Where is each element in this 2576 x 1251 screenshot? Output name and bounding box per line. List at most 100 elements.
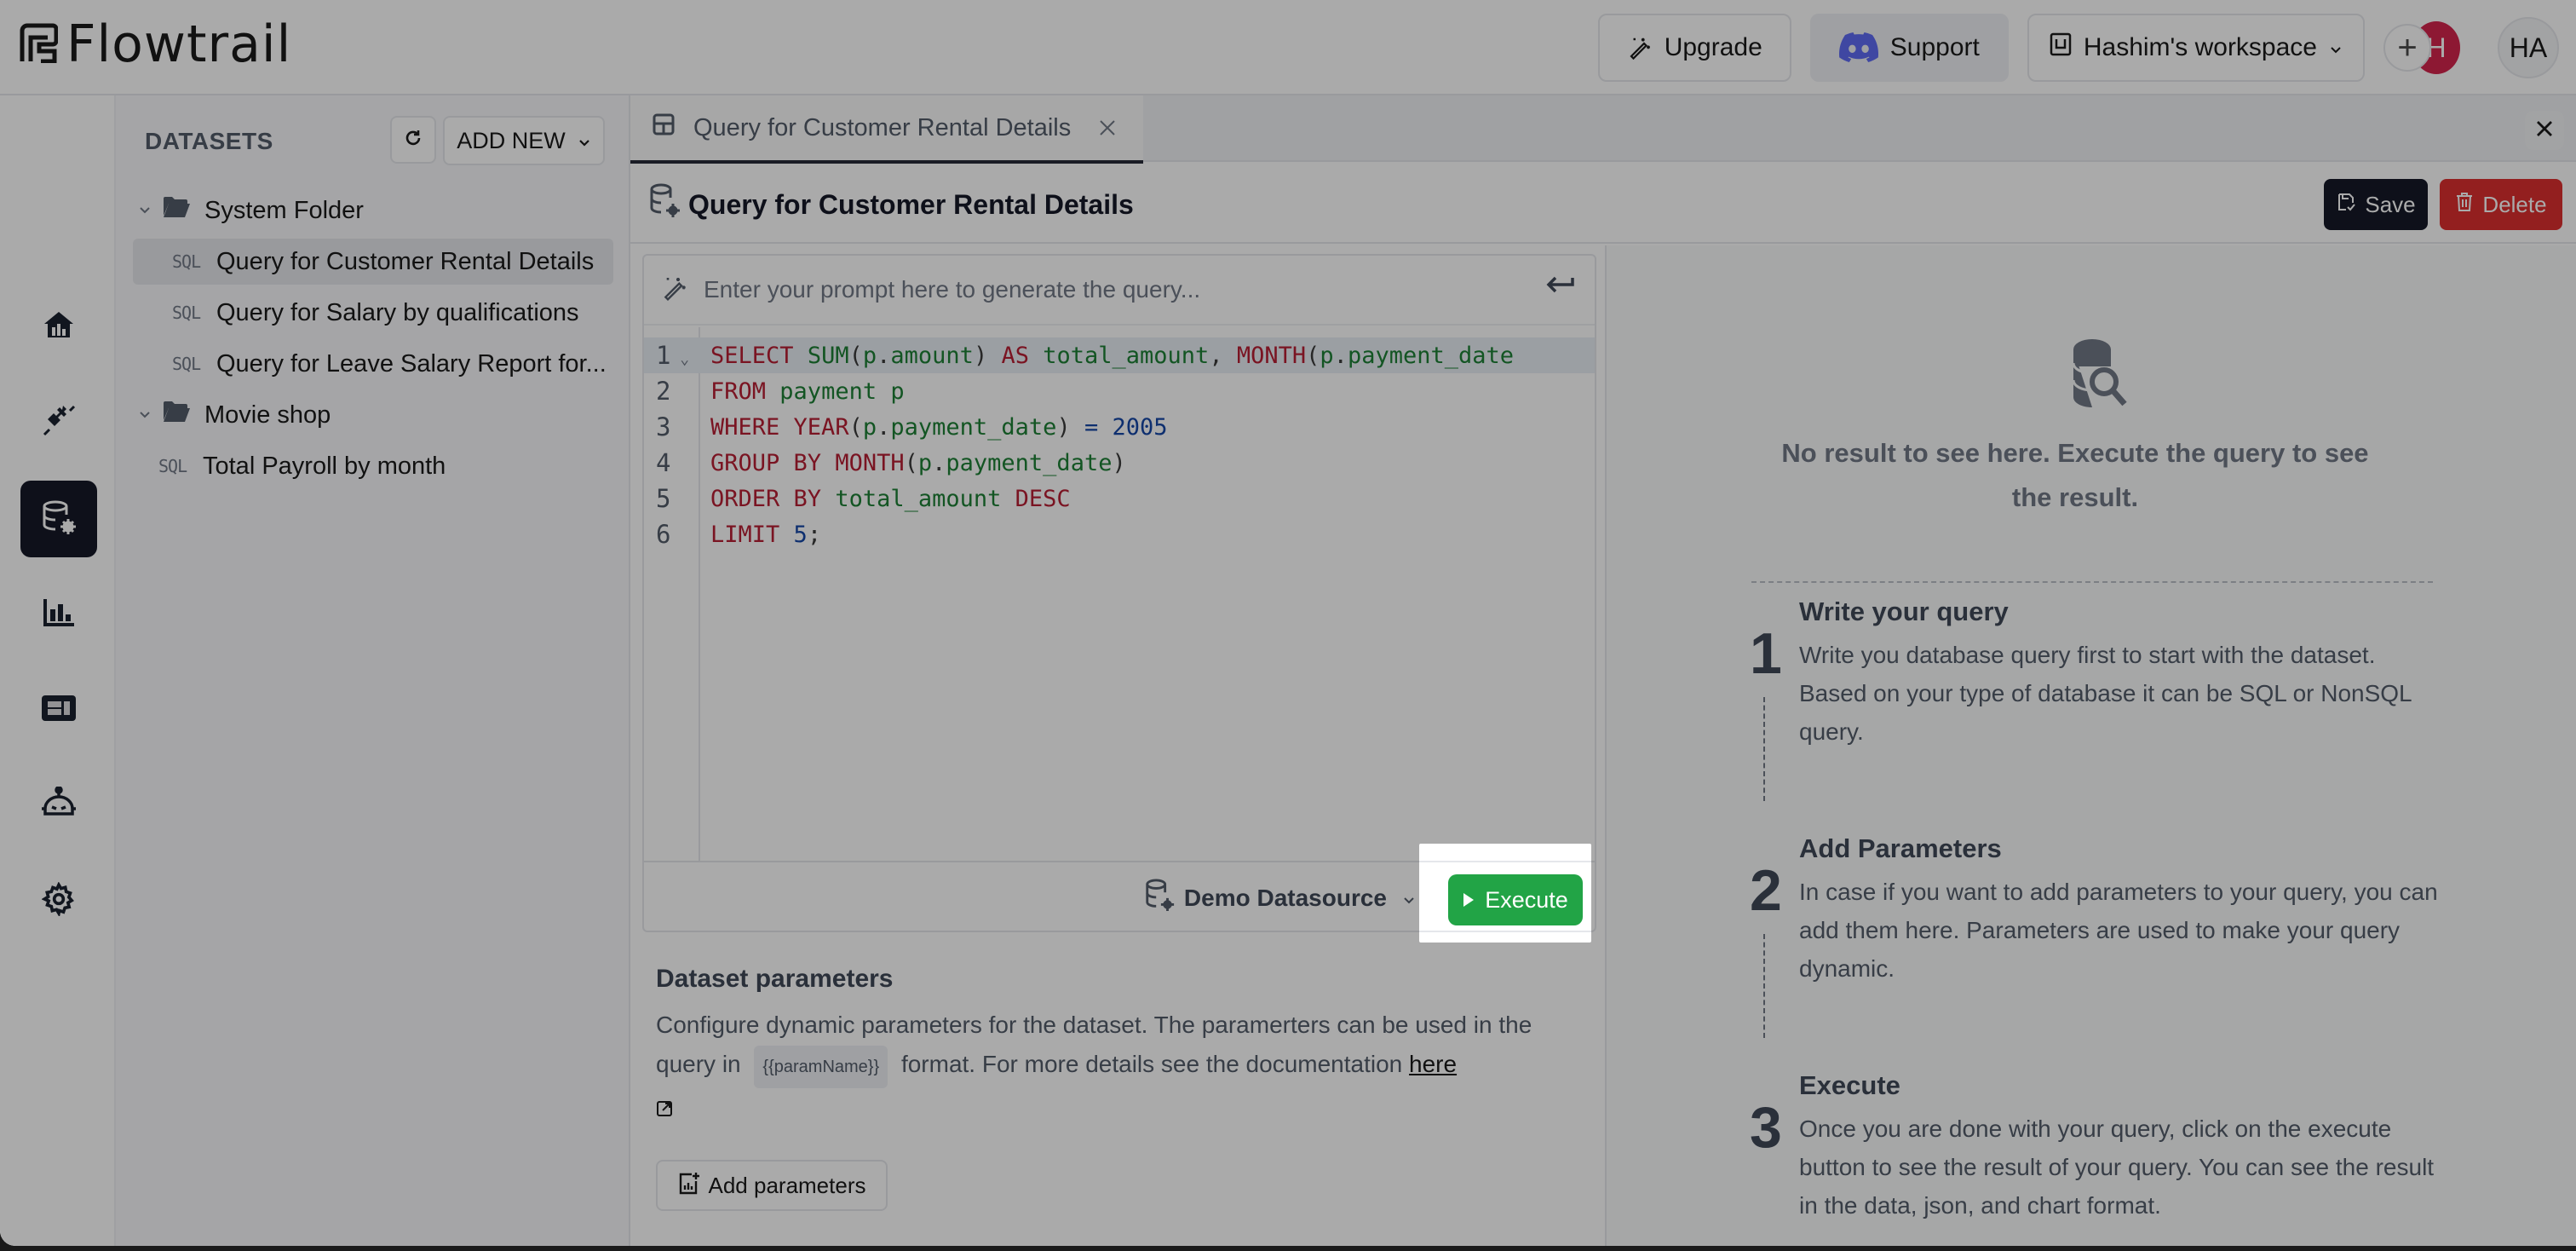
support-label: Support bbox=[1889, 33, 1980, 61]
nav-connections[interactable] bbox=[20, 383, 97, 460]
dataset-item[interactable]: SQL Query for Customer Rental Details bbox=[133, 239, 613, 285]
step-connector bbox=[1763, 697, 1765, 801]
user-avatar[interactable]: HA bbox=[2498, 17, 2559, 78]
dataset-item-label: Query for Salary by qualifications bbox=[216, 298, 579, 326]
code-text: SELECT SUM(p.amount) AS total_amount, MO… bbox=[710, 342, 1515, 369]
ai-prompt-input[interactable] bbox=[704, 276, 1504, 303]
dataset-title: Query for Customer Rental Details bbox=[688, 188, 1134, 220]
nav-home[interactable] bbox=[20, 288, 97, 365]
execute-label: Execute bbox=[1485, 886, 1568, 913]
code-text: ORDER BY total_amount DESC bbox=[710, 485, 1071, 512]
dataset-item[interactable]: SQL Query for Salary by qualifications bbox=[133, 290, 613, 336]
step-number: 1 bbox=[1750, 621, 1782, 686]
add-new-dropdown[interactable]: ADD NEW bbox=[443, 116, 605, 165]
nav-ai-assistant[interactable] bbox=[20, 767, 97, 844]
page-title: Query for Customer Rental Details bbox=[647, 182, 1134, 227]
folder-movie-shop[interactable]: Movie shop bbox=[136, 392, 613, 438]
dataset-parameters-section: Dataset parameters Configure dynamic par… bbox=[656, 965, 1593, 1211]
params-description: Configure dynamic parameters for the dat… bbox=[656, 1006, 1593, 1129]
refresh-button[interactable] bbox=[390, 116, 436, 164]
database-gear-icon bbox=[1143, 878, 1176, 920]
save-icon bbox=[2336, 192, 2356, 218]
chevron-down-icon bbox=[2329, 33, 2343, 62]
nav-datasets[interactable] bbox=[20, 481, 97, 557]
divider bbox=[1751, 581, 2433, 583]
external-link-icon[interactable] bbox=[656, 1090, 1593, 1129]
folder-system[interactable]: System Folder bbox=[136, 187, 613, 233]
app-window: Flowtrail Upgrade Support Hashim's works… bbox=[0, 0, 2576, 1246]
add-parameters-button[interactable]: Add parameters bbox=[656, 1160, 888, 1211]
home-chart-icon bbox=[43, 310, 75, 343]
trash-icon bbox=[2455, 192, 2474, 218]
workspace-label: Hashim's workspace bbox=[2083, 33, 2317, 61]
add-parameters-label: Add parameters bbox=[708, 1172, 866, 1198]
step-number: 2 bbox=[1750, 858, 1782, 923]
delete-button[interactable]: Delete bbox=[2440, 179, 2562, 230]
code-line: 4 GROUP BY MONTH(p.payment_date) bbox=[644, 445, 1595, 481]
sql-badge-icon: SQL bbox=[158, 456, 187, 476]
step-connector bbox=[1763, 934, 1765, 1038]
add-member-button[interactable]: + bbox=[2383, 24, 2431, 72]
support-button[interactable]: Support bbox=[1809, 14, 2009, 82]
dataset-header: Query for Customer Rental Details Save D… bbox=[630, 164, 2576, 244]
close-all-tabs-button[interactable] bbox=[2525, 111, 2564, 150]
save-label: Save bbox=[2365, 191, 2416, 217]
submit-prompt-enter-icon[interactable] bbox=[1545, 274, 1576, 304]
line-number: 6 bbox=[656, 520, 671, 549]
robot-icon bbox=[40, 785, 78, 825]
tab-label: Query for Customer Rental Details bbox=[693, 113, 1072, 141]
dataset-item-label: Query for Leave Salary Report for... bbox=[216, 349, 607, 378]
workspace-selector[interactable]: Hashim's workspace bbox=[2027, 14, 2365, 82]
main-content: Query for Customer Rental Details Query … bbox=[630, 95, 2576, 1246]
execute-button[interactable]: Execute bbox=[1448, 874, 1583, 925]
flowtrail-logo-icon bbox=[19, 22, 59, 67]
left-nav bbox=[0, 95, 116, 1246]
close-tab-icon[interactable] bbox=[1098, 112, 1117, 144]
delete-label: Delete bbox=[2482, 191, 2547, 217]
datasets-heading: DATASETS bbox=[145, 128, 273, 154]
save-button[interactable]: Save bbox=[2324, 179, 2428, 230]
dashboard-icon bbox=[41, 695, 77, 726]
nav-settings[interactable] bbox=[20, 862, 97, 939]
table-icon bbox=[653, 113, 675, 142]
chevron-down-icon bbox=[136, 406, 153, 424]
code-text: GROUP BY MONTH(p.payment_date) bbox=[710, 449, 1126, 476]
sql-code-editor[interactable]: 1 ⌄ SELECT SUM(p.amount) AS total_amount… bbox=[644, 327, 1595, 861]
folder-open-icon bbox=[162, 400, 191, 430]
nav-dashboards[interactable] bbox=[20, 672, 97, 748]
step-body: In case if you want to add parameters to… bbox=[1799, 879, 2438, 982]
folder-name: Movie shop bbox=[204, 401, 331, 429]
step-write-query: 1 Write your query Write you database qu… bbox=[1750, 597, 2448, 818]
magic-wand-icon bbox=[1627, 35, 1653, 61]
discord-icon bbox=[1838, 32, 1878, 63]
step-body: Write you database query first to start … bbox=[1799, 642, 2412, 745]
bar-chart-icon bbox=[42, 597, 76, 632]
datasource-label: Demo Datasource bbox=[1183, 885, 1387, 911]
documentation-link[interactable]: here bbox=[1409, 1051, 1457, 1077]
brand[interactable]: Flowtrail bbox=[19, 19, 291, 70]
dataset-item[interactable]: SQL Query for Leave Salary Report for... bbox=[133, 341, 613, 387]
sql-badge-icon: SQL bbox=[172, 354, 201, 374]
params-desc-text: format. For more details see the documen… bbox=[900, 1051, 1403, 1077]
query-editor-pane: 1 ⌄ SELECT SUM(p.amount) AS total_amount… bbox=[642, 254, 1596, 932]
close-icon bbox=[2535, 119, 2554, 142]
chevron-down-icon bbox=[1402, 885, 1416, 912]
tab-query-customer-rental[interactable]: Query for Customer Rental Details bbox=[630, 95, 1143, 164]
upgrade-button[interactable]: Upgrade bbox=[1597, 14, 1791, 82]
tab-bar: Query for Customer Rental Details bbox=[630, 95, 2576, 164]
param-name-chip: {{paramName}} bbox=[754, 1046, 888, 1088]
plug-icon bbox=[41, 402, 77, 442]
nav-charts[interactable] bbox=[20, 576, 97, 653]
result-pane: No result to see here. Execute the query… bbox=[1605, 245, 2576, 1246]
member-avatars: + H bbox=[2383, 21, 2460, 74]
magic-wand-icon bbox=[661, 274, 688, 306]
brand-name: Flowtrail bbox=[66, 14, 292, 74]
dataset-item[interactable]: SQL Total Payroll by month bbox=[133, 443, 613, 489]
line-number: 5 bbox=[656, 484, 671, 513]
dataset-item-label: Query for Customer Rental Details bbox=[216, 247, 595, 275]
step-add-parameters: 2 Add Parameters In case if you want to … bbox=[1750, 833, 2448, 1055]
datasource-selector[interactable]: Demo Datasource bbox=[1143, 878, 1416, 919]
play-icon bbox=[1463, 887, 1475, 914]
ai-prompt-bar bbox=[644, 256, 1595, 326]
chart-add-icon bbox=[678, 1171, 700, 1201]
